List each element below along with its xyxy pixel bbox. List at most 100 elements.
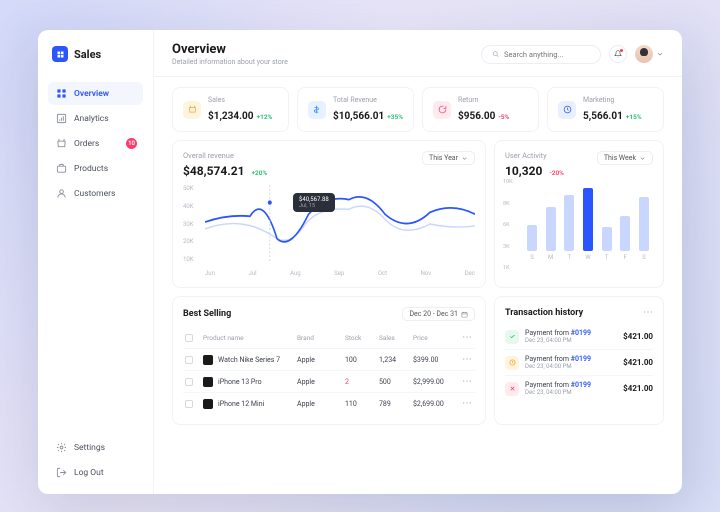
cell-brand: Apple <box>297 400 341 408</box>
bar[interactable] <box>639 197 649 251</box>
grid-icon <box>56 88 67 99</box>
col-price: Price <box>413 334 457 342</box>
col-product: Product name <box>203 334 293 342</box>
sidebar-item-label: Settings <box>74 443 105 453</box>
cell-stock: 110 <box>345 400 375 408</box>
logout-icon <box>56 467 67 478</box>
row-more-icon[interactable]: ⋯ <box>461 354 473 365</box>
title-block: Overview Detailed information about your… <box>172 42 288 66</box>
logo[interactable]: Sales <box>48 46 143 62</box>
kpi-icon <box>308 101 326 119</box>
transaction-row[interactable]: Payment from #0199 Dec 23, 04:00 PM $421… <box>505 349 653 375</box>
logo-icon <box>52 46 68 62</box>
cart-icon <box>56 138 67 149</box>
activity-value: 10,320 <box>505 164 542 178</box>
tx-date: Dec 23, 04:00 PM <box>525 337 617 344</box>
user-activity-card: User Activity 10,320 -20% This Week 10K8… <box>494 140 664 288</box>
bar[interactable] <box>583 188 593 251</box>
profile-menu[interactable] <box>635 45 664 63</box>
best-table: Product name Brand Stock Sales Price ⋯ W… <box>183 327 475 414</box>
kpi-icon <box>183 101 201 119</box>
kpi-value: 5,566.01 <box>583 111 623 122</box>
chart-tooltip: $40,567.88 Jul, 15 <box>293 193 335 212</box>
sidebar-item-label: Orders <box>74 139 99 149</box>
tx-title: Payment from #0199 <box>525 381 617 389</box>
dropdown-label: Dec 20 - Dec 31 <box>409 310 458 318</box>
table-row[interactable]: iPhone 12 Mini Apple 110 789 $2,699.00 ⋯ <box>183 392 475 414</box>
checkbox-all[interactable] <box>185 334 193 342</box>
kpi-delta: +12% <box>257 113 273 121</box>
revenue-value: $48,574.21 <box>183 164 245 178</box>
product-icon <box>203 355 213 365</box>
sidebar-item-customers[interactable]: Customers <box>48 182 143 205</box>
content: Sales $1,234.00+12% Total Revenue $10,56… <box>154 77 682 494</box>
sidebar-item-orders[interactable]: Orders 10 <box>48 132 143 155</box>
sidebar-item-logout[interactable]: Log Out <box>48 461 143 484</box>
tooltip-value: $40,567.88 <box>299 196 329 203</box>
notifications-button[interactable] <box>609 45 627 63</box>
more-icon[interactable]: ⋯ <box>461 332 473 343</box>
revenue-range-dropdown[interactable]: This Year <box>422 151 475 165</box>
bar[interactable] <box>527 225 537 251</box>
sidebar-item-settings[interactable]: Settings <box>48 436 143 459</box>
chevron-down-icon <box>656 50 664 58</box>
app-window: Sales Overview Analytics Orders 10 Produ… <box>38 30 682 494</box>
bar[interactable] <box>546 207 556 251</box>
kpi-value: $956.00 <box>458 111 495 122</box>
tx-amount: $421.00 <box>623 332 653 341</box>
main: Overview Detailed information about your… <box>154 30 682 494</box>
product-icon <box>203 377 213 387</box>
checkbox[interactable] <box>185 356 193 364</box>
sidebar-item-analytics[interactable]: Analytics <box>48 107 143 130</box>
more-icon[interactable]: ⋯ <box>643 307 653 318</box>
search-icon <box>492 50 499 58</box>
cell-product: iPhone 13 Pro <box>203 377 293 387</box>
revenue-card: Overall revenue $48,574.21 +20% This Yea… <box>172 140 486 288</box>
checkbox[interactable] <box>185 378 193 386</box>
row-more-icon[interactable]: ⋯ <box>461 398 473 409</box>
cell-price: $399.00 <box>413 356 457 364</box>
sidebar-item-label: Log Out <box>74 468 104 478</box>
kpi-value: $1,234.00 <box>208 111 254 122</box>
bar[interactable] <box>602 227 612 251</box>
kpi-label: Marketing <box>583 96 642 104</box>
cell-sales: 789 <box>379 400 409 408</box>
checkbox[interactable] <box>185 400 193 408</box>
sidebar-bottom: Settings Log Out <box>48 436 143 484</box>
app-name: Sales <box>74 48 101 61</box>
cell-stock: 100 <box>345 356 375 364</box>
nav: Overview Analytics Orders 10 Products Cu… <box>48 82 143 205</box>
status-icon <box>505 330 519 344</box>
kpi-card: Marketing 5,566.01+15% <box>547 87 664 132</box>
sidebar-item-overview[interactable]: Overview <box>48 82 143 105</box>
tx-amount: $421.00 <box>623 384 653 393</box>
search-input[interactable] <box>504 50 590 59</box>
sidebar-item-products[interactable]: Products <box>48 157 143 180</box>
cell-price: $2,699.00 <box>413 400 457 408</box>
user-icon <box>56 188 67 199</box>
table-row[interactable]: iPhone 13 Pro Apple 2 500 $2,999.00 ⋯ <box>183 370 475 392</box>
chart-icon <box>56 113 67 124</box>
best-range-dropdown[interactable]: Dec 20 - Dec 31 <box>402 307 475 321</box>
transaction-row[interactable]: Payment from #0199 Dec 23, 04:00 PM $421… <box>505 375 653 401</box>
cell-product: iPhone 12 Mini <box>203 399 293 409</box>
transactions-title: Transaction history <box>505 308 583 318</box>
y-axis: 50K40K30K20K10K <box>183 185 203 263</box>
chevron-down-icon <box>639 155 646 162</box>
kpi-card: Total Revenue $10,566.01+35% <box>297 87 414 132</box>
sidebar-item-label: Products <box>74 164 108 174</box>
kpi-delta: +35% <box>387 113 403 121</box>
search-box[interactable] <box>481 45 601 64</box>
kpi-card: Sales $1,234.00+12% <box>172 87 289 132</box>
kpi-icon <box>433 101 451 119</box>
cell-sales: 1,234 <box>379 356 409 364</box>
activity-title: User Activity <box>505 151 564 160</box>
bar[interactable] <box>620 216 630 251</box>
status-icon <box>505 382 519 396</box>
transaction-row[interactable]: Payment from #0199 Dec 23, 04:00 PM $421… <box>505 324 653 349</box>
bar[interactable] <box>564 195 574 251</box>
table-row[interactable]: Watch Nike Series 7 Apple 100 1,234 $399… <box>183 348 475 370</box>
row-more-icon[interactable]: ⋯ <box>461 376 473 387</box>
tx-amount: $421.00 <box>623 358 653 367</box>
activity-range-dropdown[interactable]: This Week <box>597 151 653 165</box>
